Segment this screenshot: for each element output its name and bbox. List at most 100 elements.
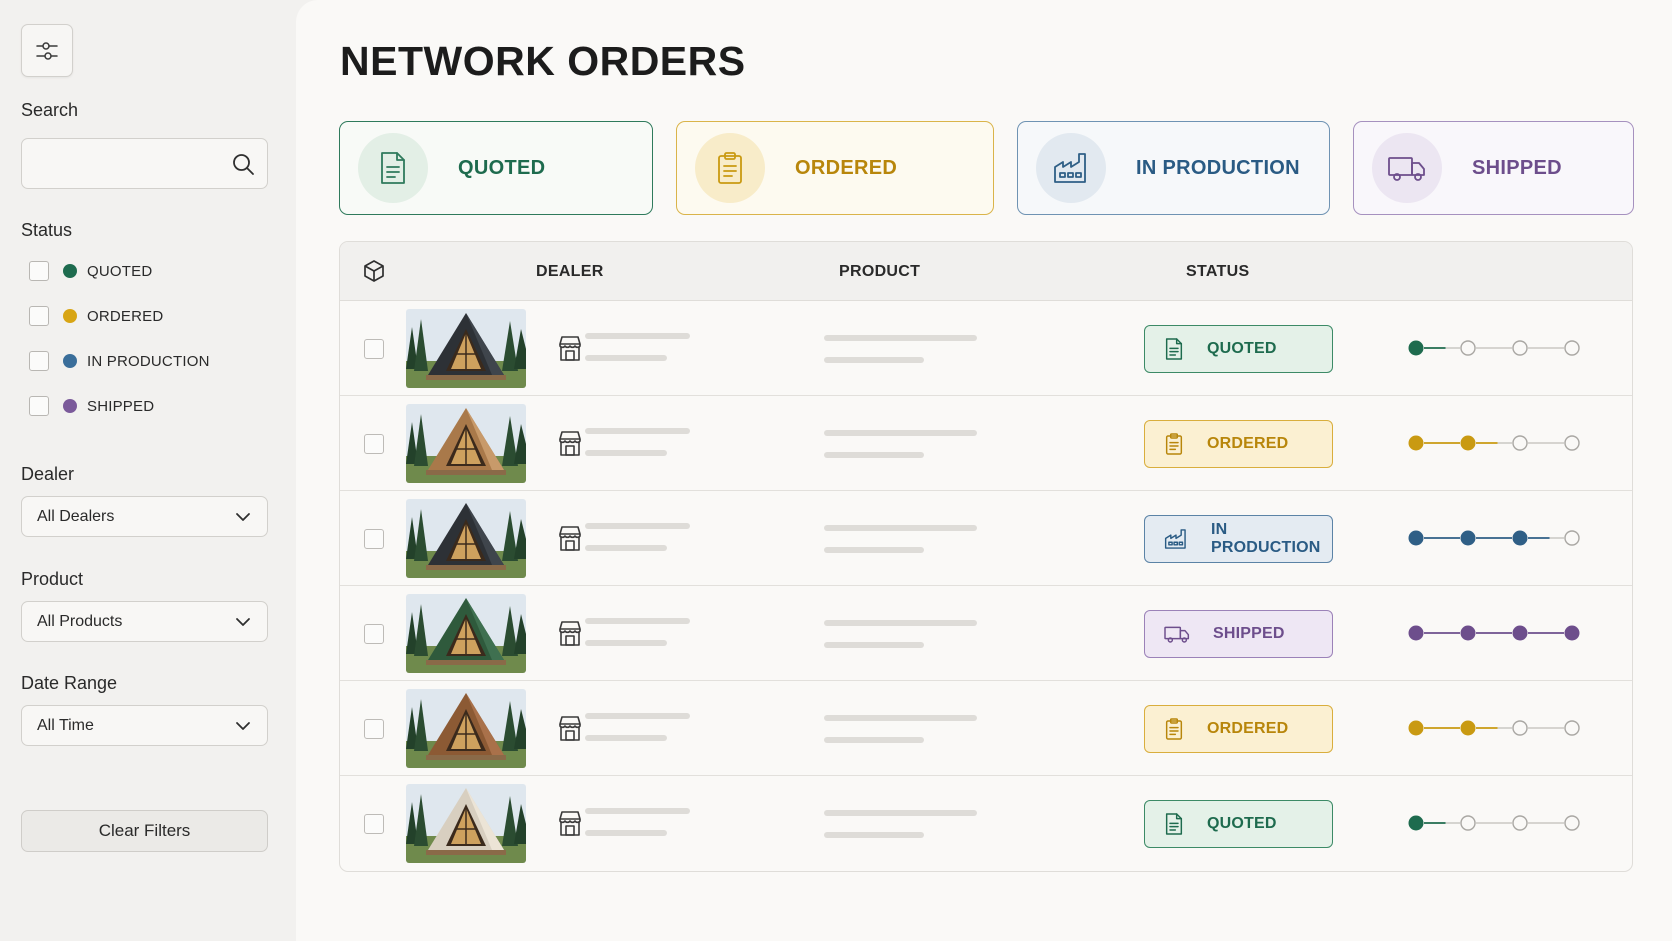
product-detail-placeholder xyxy=(824,452,924,458)
package-icon[interactable] xyxy=(362,259,386,283)
row-checkbox[interactable] xyxy=(364,624,384,644)
status-badge[interactable]: IN PRODUCTION xyxy=(1144,515,1333,563)
storefront-icon xyxy=(559,526,581,551)
column-header-product[interactable]: PRODUCT xyxy=(839,263,920,281)
dealer-detail-placeholder xyxy=(585,355,667,361)
status-badge-label: SHIPPED xyxy=(1213,625,1285,642)
product-name-placeholder xyxy=(824,620,977,626)
product-detail-placeholder xyxy=(824,737,924,743)
row-checkbox[interactable] xyxy=(364,719,384,739)
progress-tracker xyxy=(1408,815,1580,831)
status-checkbox[interactable] xyxy=(29,396,49,416)
search-field[interactable] xyxy=(21,138,268,189)
table-row[interactable]: ORDERED xyxy=(340,681,1632,776)
card-icon-circle xyxy=(695,133,765,203)
table-row[interactable]: QUOTED xyxy=(340,301,1632,396)
progress-step-complete xyxy=(1408,435,1424,451)
card-label: IN PRODUCTION xyxy=(1136,156,1300,179)
product-thumbnail[interactable] xyxy=(406,404,526,483)
status-badge-label: QUOTED xyxy=(1207,340,1277,357)
page-title: NETWORK ORDERS xyxy=(340,38,746,84)
progress-step-pending xyxy=(1564,720,1580,736)
card-icon-circle xyxy=(358,133,428,203)
date-range-select[interactable]: All Time xyxy=(21,705,268,746)
row-checkbox[interactable] xyxy=(364,339,384,359)
truck-icon xyxy=(1388,157,1425,181)
row-checkbox[interactable] xyxy=(364,434,384,454)
product-detail-placeholder xyxy=(824,832,924,838)
card-ordered[interactable]: ORDERED xyxy=(676,121,994,215)
card-quoted[interactable]: QUOTED xyxy=(339,121,653,215)
table-row[interactable]: SHIPPED xyxy=(340,586,1632,681)
dealer-detail-placeholder xyxy=(585,830,667,836)
storefront-icon xyxy=(559,336,581,361)
table-row[interactable]: ORDERED xyxy=(340,396,1632,491)
status-badge-icon xyxy=(1163,812,1185,836)
card-shipped[interactable]: SHIPPED xyxy=(1353,121,1634,215)
storefront-icon xyxy=(559,431,581,456)
product-name-placeholder xyxy=(824,525,977,531)
status-badge[interactable]: ORDERED xyxy=(1144,420,1333,468)
dealer-select[interactable]: All Dealers xyxy=(21,496,268,537)
status-badge-icon xyxy=(1163,432,1185,456)
card-icon-circle xyxy=(1036,133,1106,203)
column-header-status[interactable]: STATUS xyxy=(1186,263,1249,281)
search-icon[interactable] xyxy=(231,152,255,176)
dealer-detail-placeholder xyxy=(585,640,667,646)
product-name-placeholder xyxy=(824,810,977,816)
status-checkbox[interactable] xyxy=(29,351,49,371)
table-body: QUOTED ORDERED IN PRODUCTION SHIPPED ORD… xyxy=(340,301,1632,871)
product-thumbnail[interactable] xyxy=(406,309,526,388)
column-header-dealer[interactable]: DEALER xyxy=(536,263,604,281)
table-row[interactable]: QUOTED xyxy=(340,776,1632,871)
status-checkbox[interactable] xyxy=(29,261,49,281)
product-select[interactable]: All Products xyxy=(21,601,268,642)
storefront-icon xyxy=(559,716,581,741)
table-row[interactable]: IN PRODUCTION xyxy=(340,491,1632,586)
document-icon xyxy=(1165,813,1183,835)
document-icon xyxy=(1165,338,1183,360)
status-badge-icon xyxy=(1163,337,1185,361)
status-option-label: ORDERED xyxy=(87,307,164,325)
card-in-production[interactable]: IN PRODUCTION xyxy=(1017,121,1330,215)
product-name-placeholder xyxy=(824,430,977,436)
status-dot xyxy=(63,264,77,278)
status-badge-label: QUOTED xyxy=(1207,815,1277,832)
filter-toggle-button[interactable] xyxy=(21,24,73,77)
progress-step-complete xyxy=(1564,625,1580,641)
product-detail-placeholder xyxy=(824,642,924,648)
status-option-in-production[interactable]: IN PRODUCTION xyxy=(29,350,210,372)
storefront-icon xyxy=(559,621,581,646)
status-badge-label: IN PRODUCTION xyxy=(1211,521,1321,556)
orders-table: DEALER PRODUCT STATUS QUOTED ORDERED IN … xyxy=(339,241,1633,872)
progress-step-complete xyxy=(1460,435,1476,451)
chevron-down-icon xyxy=(236,617,250,626)
row-checkbox[interactable] xyxy=(364,814,384,834)
clipboard-icon xyxy=(1165,718,1183,740)
dealer-detail-placeholder xyxy=(585,735,667,741)
card-icon-circle xyxy=(1372,133,1442,203)
product-thumbnail[interactable] xyxy=(406,594,526,673)
status-option-quoted[interactable]: QUOTED xyxy=(29,260,152,282)
product-detail-placeholder xyxy=(824,357,924,363)
card-label: QUOTED xyxy=(458,156,546,179)
status-badge[interactable]: QUOTED xyxy=(1144,325,1333,373)
progress-tracker xyxy=(1408,435,1580,451)
status-badge[interactable]: ORDERED xyxy=(1144,705,1333,753)
status-option-shipped[interactable]: SHIPPED xyxy=(29,395,154,417)
dealer-name-placeholder xyxy=(585,333,690,339)
product-thumbnail[interactable] xyxy=(406,784,526,863)
row-checkbox[interactable] xyxy=(364,529,384,549)
product-thumbnail[interactable] xyxy=(406,499,526,578)
progress-step-complete xyxy=(1460,625,1476,641)
progress-step-pending xyxy=(1564,530,1580,546)
table-header: DEALER PRODUCT STATUS xyxy=(340,242,1632,301)
dealer-name-placeholder xyxy=(585,618,690,624)
product-thumbnail[interactable] xyxy=(406,689,526,768)
product-name-placeholder xyxy=(824,715,977,721)
status-badge[interactable]: QUOTED xyxy=(1144,800,1333,848)
status-option-ordered[interactable]: ORDERED xyxy=(29,305,163,327)
clear-filters-button[interactable]: Clear Filters xyxy=(21,810,268,852)
status-checkbox[interactable] xyxy=(29,306,49,326)
status-badge[interactable]: SHIPPED xyxy=(1144,610,1333,658)
